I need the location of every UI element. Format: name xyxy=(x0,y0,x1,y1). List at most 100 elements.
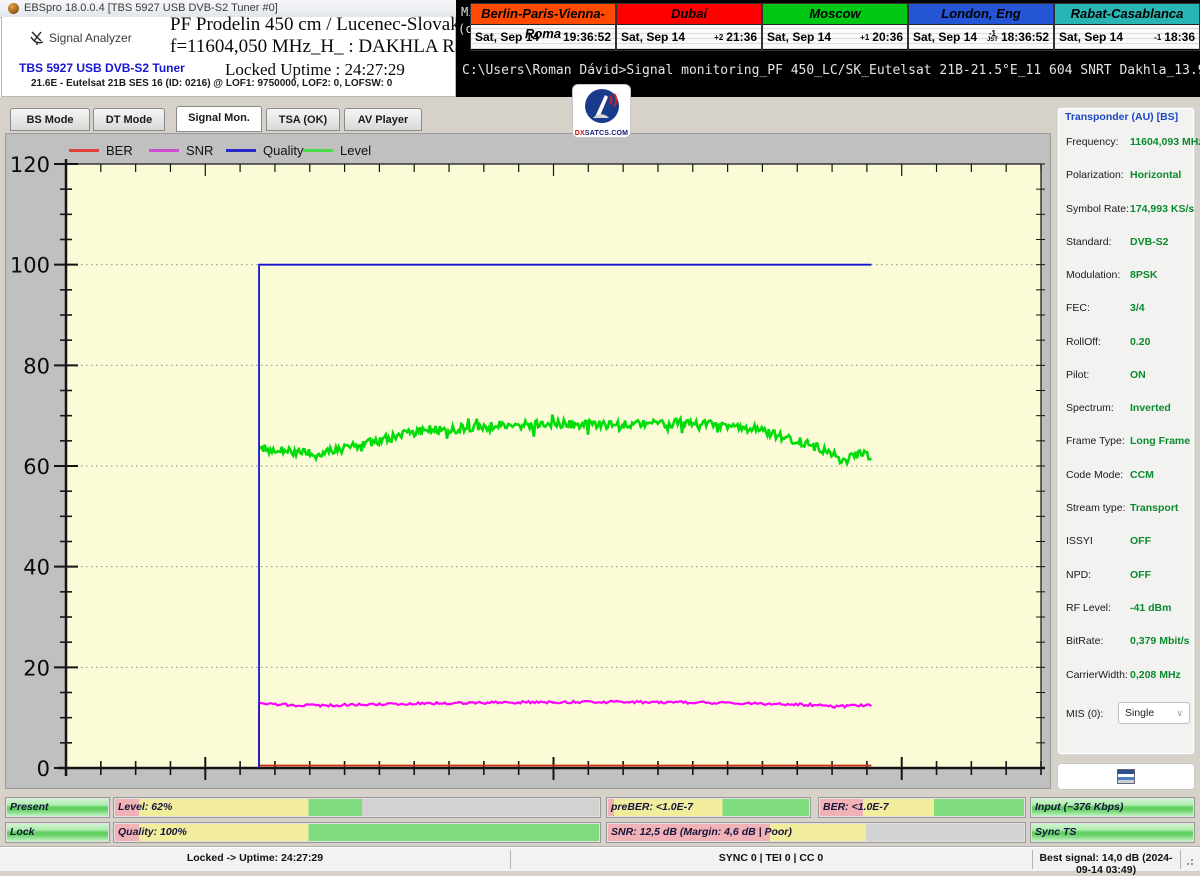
tp-label: FEC: xyxy=(1066,302,1090,314)
frequency-title: f=11604,050 MHz_H_ : DAKHLA Radio xyxy=(170,36,460,58)
tp-label: Stream type: xyxy=(1066,502,1126,514)
console-prompt: C:\Users\Roman Dávid>Signal monitoring_P… xyxy=(462,63,1200,78)
clock-time-row: Sat, Sep 14+221:36 xyxy=(617,25,761,49)
clock-london: London, Eng Sat, Sep 14-1JST18:36:52 xyxy=(908,3,1054,51)
tp-value: Transport xyxy=(1130,502,1178,514)
tp-value: OFF xyxy=(1130,569,1151,581)
quality-meter: Quality: 100% xyxy=(113,822,601,843)
status-uptime: Locked -> Uptime: 24:27:29 xyxy=(0,852,510,864)
svg-text:100: 100 xyxy=(10,254,50,278)
tab-signal-mon[interactable]: Signal Mon. xyxy=(176,106,262,132)
tp-value: 174,993 KS/s xyxy=(1130,203,1194,215)
tab-bs-mode[interactable]: BS Mode xyxy=(10,108,90,131)
satellite-dish-icon xyxy=(29,29,46,51)
tp-value: -41 dBm xyxy=(1130,602,1171,614)
legend-snr: SNR xyxy=(149,142,213,158)
tp-label: RollOff: xyxy=(1066,336,1101,348)
svg-text:60: 60 xyxy=(23,455,50,479)
tp-value: ON xyxy=(1130,369,1146,381)
status-sync-counters: SYNC 0 | TEI 0 | CC 0 xyxy=(510,852,1032,864)
svg-text:120: 120 xyxy=(10,153,50,177)
present-indicator: Present xyxy=(5,797,110,818)
tp-label: ISSYI xyxy=(1066,535,1093,547)
legend-quality: Quality xyxy=(226,142,303,158)
tp-value: Long Frame xyxy=(1130,435,1190,447)
tab-av-player[interactable]: AV Player xyxy=(344,108,422,131)
tp-label: Pilot: xyxy=(1066,369,1089,381)
tp-value: DVB-S2 xyxy=(1130,236,1169,248)
snr-line-swatch xyxy=(149,149,179,152)
sync-ts-indicator: Sync TS xyxy=(1030,822,1195,843)
tp-label: CarrierWidth: xyxy=(1066,669,1128,681)
tuner-detail: 21.6E - Eutelsat 21B SES 16 (ID: 0216) @… xyxy=(31,78,392,89)
tp-value: 0.20 xyxy=(1130,336,1150,348)
tp-value: OFF xyxy=(1130,535,1151,547)
resize-grip[interactable] xyxy=(1186,856,1196,866)
mis-selected-value: Single xyxy=(1125,707,1154,719)
tp-label: Standard: xyxy=(1066,236,1112,248)
clock-rabat: Rabat-Casablanca Sat, Sep 14-118:36 xyxy=(1054,3,1200,51)
svg-text:40: 40 xyxy=(23,556,50,580)
statusbar-divider xyxy=(510,850,511,869)
tp-value: 0,379 Mbit/s xyxy=(1130,635,1190,647)
legend-level: Level xyxy=(303,142,371,158)
mis-label: MIS (0): xyxy=(1066,708,1103,720)
tp-value: 0,208 MHz xyxy=(1130,669,1181,681)
console-window: Mi (c Berlin-Paris-Vienna-Roma Sat, Sep … xyxy=(456,0,1200,97)
svg-text:0: 0 xyxy=(37,757,50,781)
tp-label: BitRate: xyxy=(1066,635,1103,647)
tp-value: 11604,093 MHz xyxy=(1130,136,1200,148)
dxsatcs-logo: DXSATCS.COM xyxy=(572,84,631,138)
clock-dubai: Dubai Sat, Sep 14+221:36 xyxy=(616,3,762,51)
tp-label: Modulation: xyxy=(1066,269,1120,281)
tuner-name: TBS 5927 USB DVB-S2 Tuner xyxy=(19,61,185,75)
lock-indicator: Lock xyxy=(5,822,110,843)
clock-city-label: Berlin-Paris-Vienna-Roma xyxy=(471,4,615,25)
tp-value: 8PSK xyxy=(1130,269,1157,281)
tp-label: Polarization: xyxy=(1066,169,1124,181)
status-best-signal: Best signal: 14,0 dB (2024-09-14 03:49) xyxy=(1032,852,1180,876)
tp-label: Frequency: xyxy=(1066,136,1119,148)
signal-analyzer-panel: Signal Analyzer PF Prodelin 450 cm / Luc… xyxy=(1,17,456,97)
tp-value: Horizontal xyxy=(1130,169,1181,181)
ebspro-app-icon xyxy=(8,3,19,14)
tp-value: 3/4 xyxy=(1130,302,1145,314)
tp-value: CCM xyxy=(1130,469,1154,481)
clock-city-label: Dubai xyxy=(617,4,761,25)
ber-meter: BER: <1.0E-7 xyxy=(818,797,1026,818)
clock-berlin: Berlin-Paris-Vienna-Roma Sat, Sep 1419:3… xyxy=(470,3,616,51)
signal-analyzer-label: Signal Analyzer xyxy=(49,31,132,45)
transponder-panel-title: Transponder (AU) [BS] xyxy=(1065,111,1178,123)
clock-moscow: Moscow Sat, Sep 14+120:36 xyxy=(762,3,908,51)
level-meter: Level: 62% xyxy=(113,797,601,818)
window-title: EBSpro 18.0.0.4 [TBS 5927 USB DVB-S2 Tun… xyxy=(24,2,278,14)
tp-label: Symbol Rate: xyxy=(1066,203,1129,215)
status-bar: Locked -> Uptime: 24:27:29 SYNC 0 | TEI … xyxy=(0,847,1200,871)
ber-line-swatch xyxy=(69,149,99,152)
snr-meter: SNR: 12,5 dB (Margin: 4,6 dB | Poor) xyxy=(606,822,1026,843)
clock-city-label: London, Eng xyxy=(909,4,1053,25)
antenna-location-title: PF Prodelin 450 cm / Lucenec-Slovakia xyxy=(170,14,460,36)
clock-city-label: Moscow xyxy=(763,4,907,25)
clock-time-row: Sat, Sep 14-1JST18:36:52 xyxy=(909,25,1053,49)
tp-label: NPD: xyxy=(1066,569,1091,581)
clock-time-row: Sat, Sep 14-118:36 xyxy=(1055,25,1199,49)
ebspro-window-header: EBSpro 18.0.0.4 [TBS 5927 USB DVB-S2 Tun… xyxy=(0,0,457,97)
dxsatcs-logo-graphic xyxy=(583,87,621,125)
svg-text:80: 80 xyxy=(23,354,50,378)
signal-chart-panel: BER SNR Quality Level 020406080100120 xyxy=(5,133,1051,789)
tab-tsa[interactable]: TSA (OK) xyxy=(266,108,340,131)
ts-stripes-icon xyxy=(1117,769,1135,784)
statusbar-divider xyxy=(1032,850,1033,869)
statusbar-divider xyxy=(1180,850,1181,869)
locked-uptime-title: Locked Uptime : 24:27:29 xyxy=(170,60,460,80)
tp-value: Inverted xyxy=(1130,402,1171,414)
mis-dropdown[interactable]: Single∨ xyxy=(1118,702,1190,724)
clock-city-label: Rabat-Casablanca xyxy=(1055,4,1199,25)
transport-stream-button[interactable] xyxy=(1057,763,1195,790)
tab-dt-mode[interactable]: DT Mode xyxy=(93,108,165,131)
svg-text:20: 20 xyxy=(23,656,50,680)
tp-label: Code Mode: xyxy=(1066,469,1123,481)
clock-time-row: Sat, Sep 14+120:36 xyxy=(763,25,907,49)
input-indicator: Input (~376 Kbps) xyxy=(1030,797,1195,818)
